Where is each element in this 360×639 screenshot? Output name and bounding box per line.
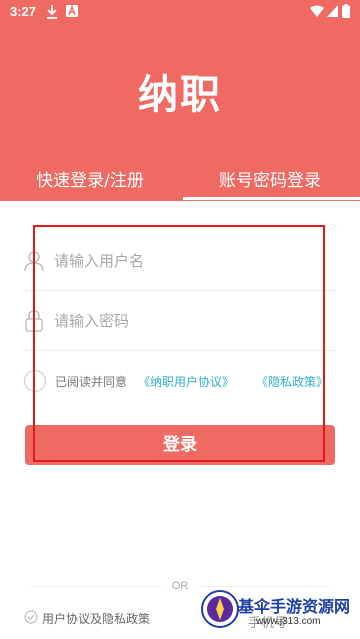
- app-notification-icon: [66, 5, 78, 17]
- check-circle-icon: [24, 610, 38, 624]
- user-agreement-link[interactable]: 《纳职用户协议》: [138, 373, 234, 390]
- status-time: 3:27: [10, 4, 37, 19]
- wifi-icon: [310, 5, 324, 17]
- signal-icon: [327, 5, 338, 17]
- username-input[interactable]: [54, 247, 324, 275]
- download-icon: [47, 5, 57, 19]
- user-icon: [24, 251, 44, 272]
- battery-icon: [342, 4, 350, 18]
- agree-checkbox[interactable]: [24, 370, 46, 392]
- active-tab-indicator: [183, 197, 360, 200]
- or-label: OR: [162, 580, 198, 592]
- watermark: 基伞手游资源网 www.j313.com: [200, 589, 360, 639]
- login-button[interactable]: 登录: [25, 425, 335, 465]
- agree-prefix-text: 已阅读并同意: [55, 375, 128, 389]
- app-title: 纳职: [138, 72, 222, 118]
- watermark-title: 基伞手游资源网: [238, 597, 351, 616]
- password-input[interactable]: [54, 307, 324, 335]
- tab-password-login[interactable]: 账号密码登录: [180, 166, 360, 191]
- lock-icon: [25, 310, 43, 332]
- password-field: [24, 291, 336, 351]
- header: 3:27 纳职 快速登录/注册 账号密码登录: [0, 0, 360, 201]
- tab-quick-login[interactable]: 快速登录/注册: [0, 166, 180, 191]
- agreement-row: 已阅读并同意 《纳职用户协议》 《隐私政策》: [24, 368, 336, 394]
- status-bar: 3:27: [0, 0, 360, 24]
- bottom-agreement-text: 用户协议及隐私政策: [42, 612, 151, 626]
- privacy-policy-link[interactable]: 《隐私政策》: [256, 373, 328, 390]
- watermark-url: www.j313.com: [256, 616, 321, 627]
- username-field: [24, 231, 336, 291]
- watermark-logo-icon: [201, 590, 239, 628]
